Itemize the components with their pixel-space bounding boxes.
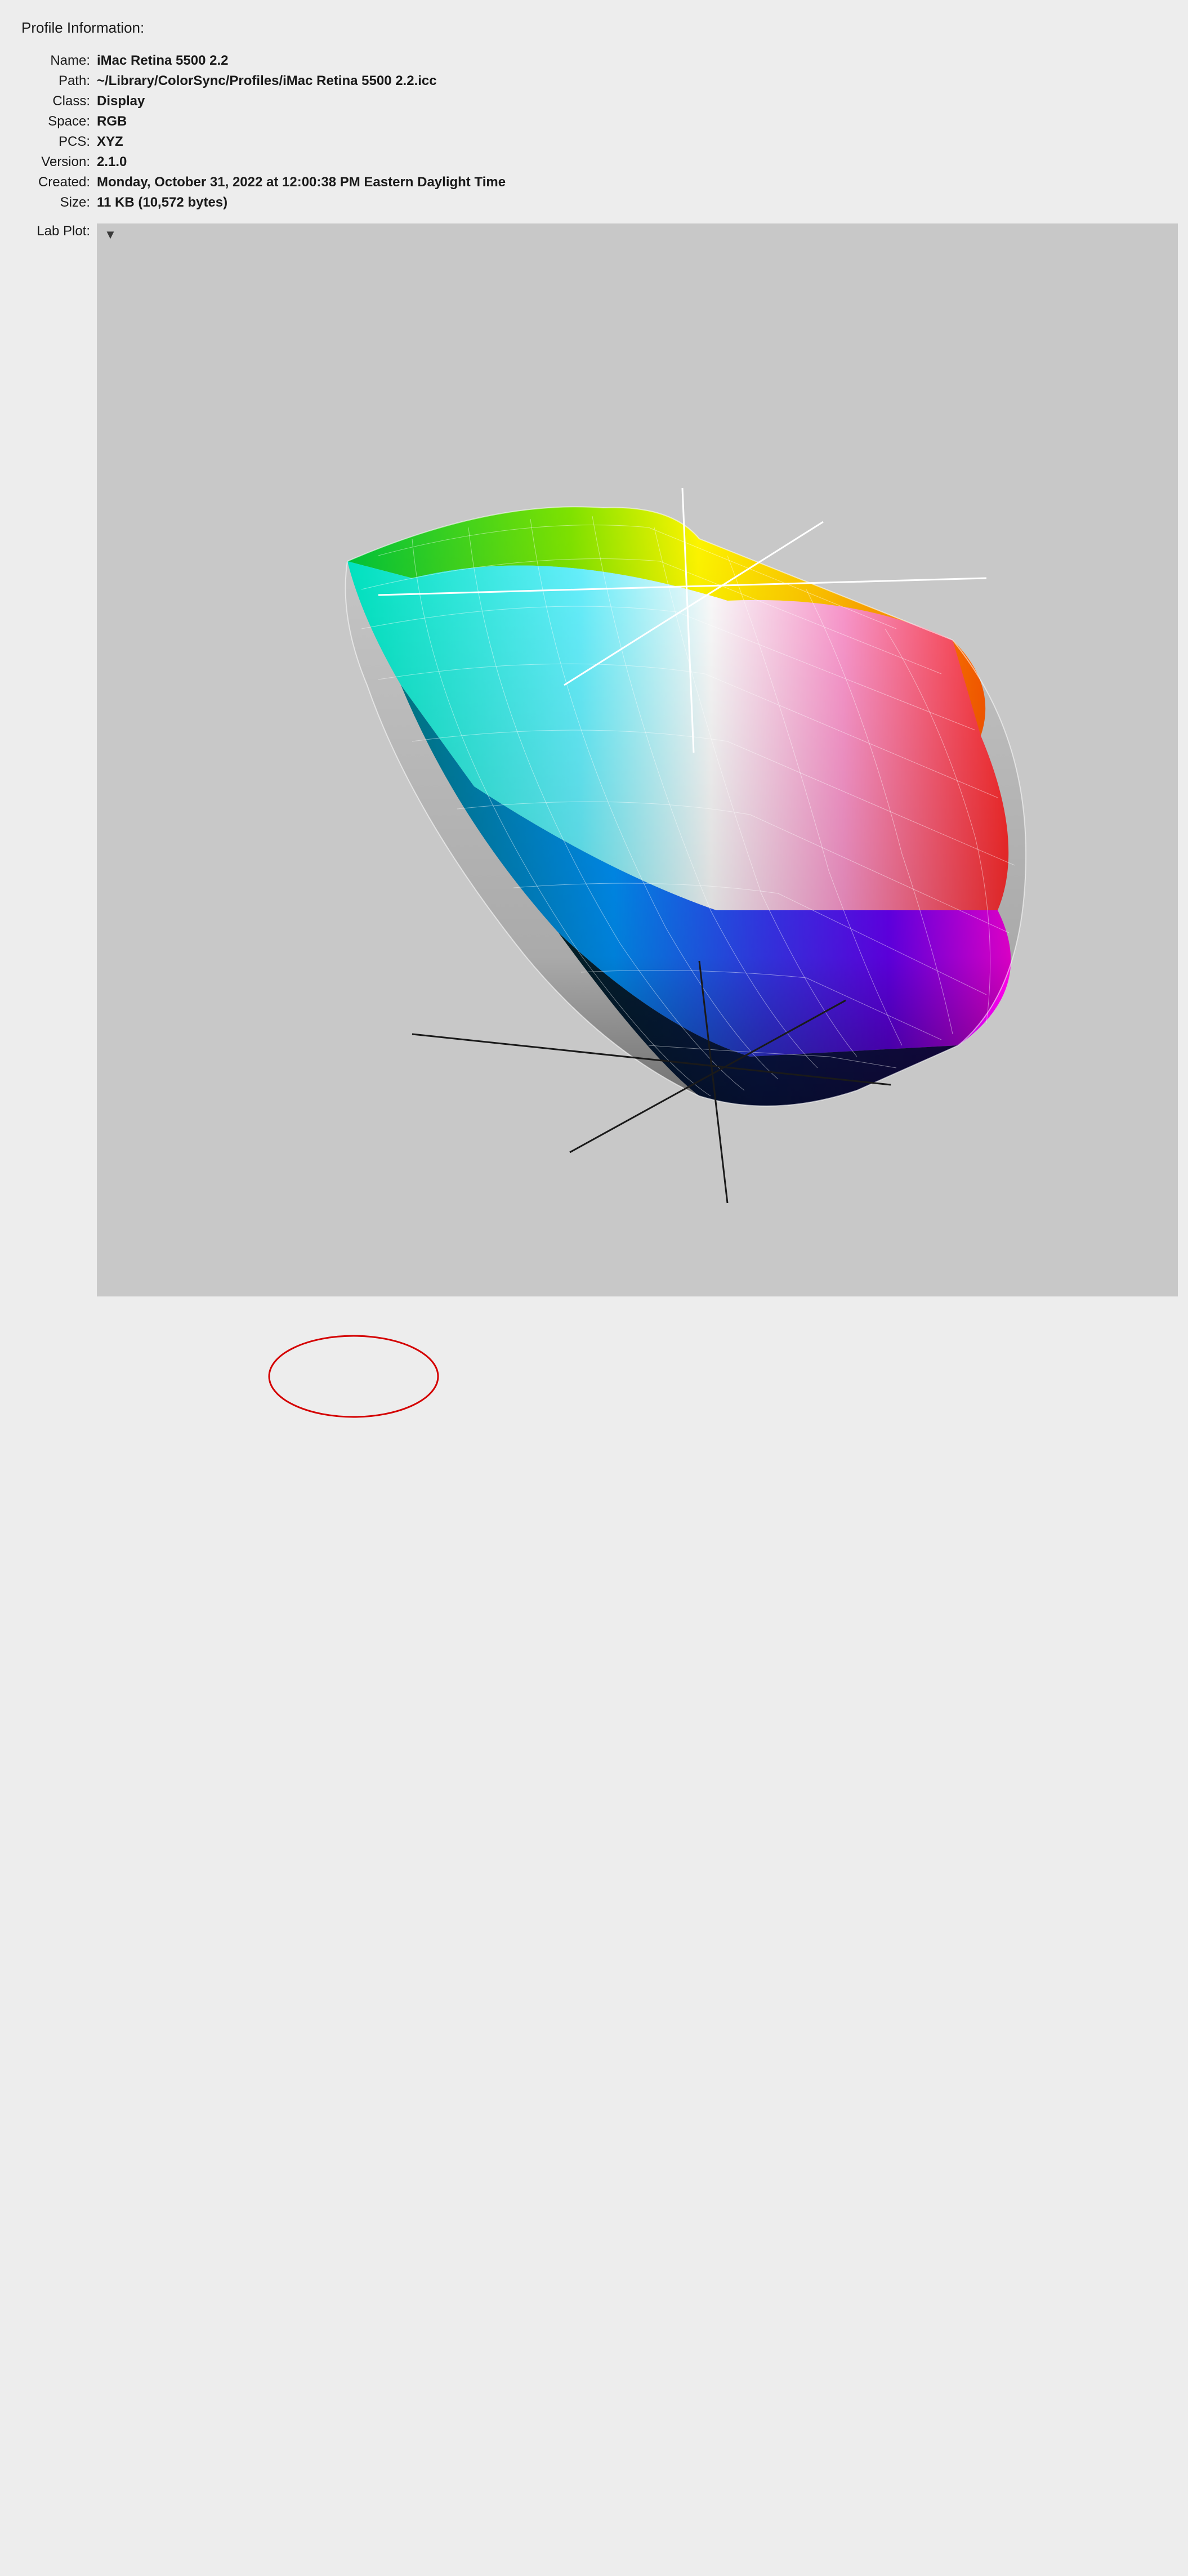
value-created: Monday, October 31, 2022 at 12:00:38 PM …	[97, 174, 1170, 191]
label-lab-plot: Lab Plot:	[18, 223, 90, 1296]
label-space: Space:	[18, 113, 90, 130]
value-space: RGB	[97, 113, 1170, 130]
gamut-volume	[346, 507, 1026, 1106]
value-name: iMac Retina 5500 2.2	[97, 52, 1170, 69]
section-title: Profile Information:	[21, 19, 1170, 37]
label-created: Created:	[18, 174, 90, 191]
profile-info-grid: Name: iMac Retina 5500 2.2 Path: ~/Libra…	[18, 52, 1170, 211]
label-pcs: PCS:	[18, 133, 90, 150]
value-size: 11 KB (10,572 bytes)	[97, 194, 1170, 211]
highlight-ellipse	[269, 1336, 438, 1417]
annotation-layer	[0, 1296, 1188, 2576]
value-path: ~/Library/ColorSync/Profiles/iMac Retina…	[97, 73, 1170, 90]
value-class: Display	[97, 93, 1170, 110]
value-pcs: XYZ	[97, 133, 1170, 150]
lab-plot-area[interactable]: ▼	[97, 223, 1178, 1296]
label-name: Name:	[18, 52, 90, 69]
label-class: Class:	[18, 93, 90, 110]
value-version: 2.1.0	[97, 154, 1170, 171]
label-size: Size:	[18, 194, 90, 211]
lab-plot-svg	[97, 223, 1178, 1296]
label-path: Path:	[18, 73, 90, 90]
label-version: Version:	[18, 154, 90, 171]
